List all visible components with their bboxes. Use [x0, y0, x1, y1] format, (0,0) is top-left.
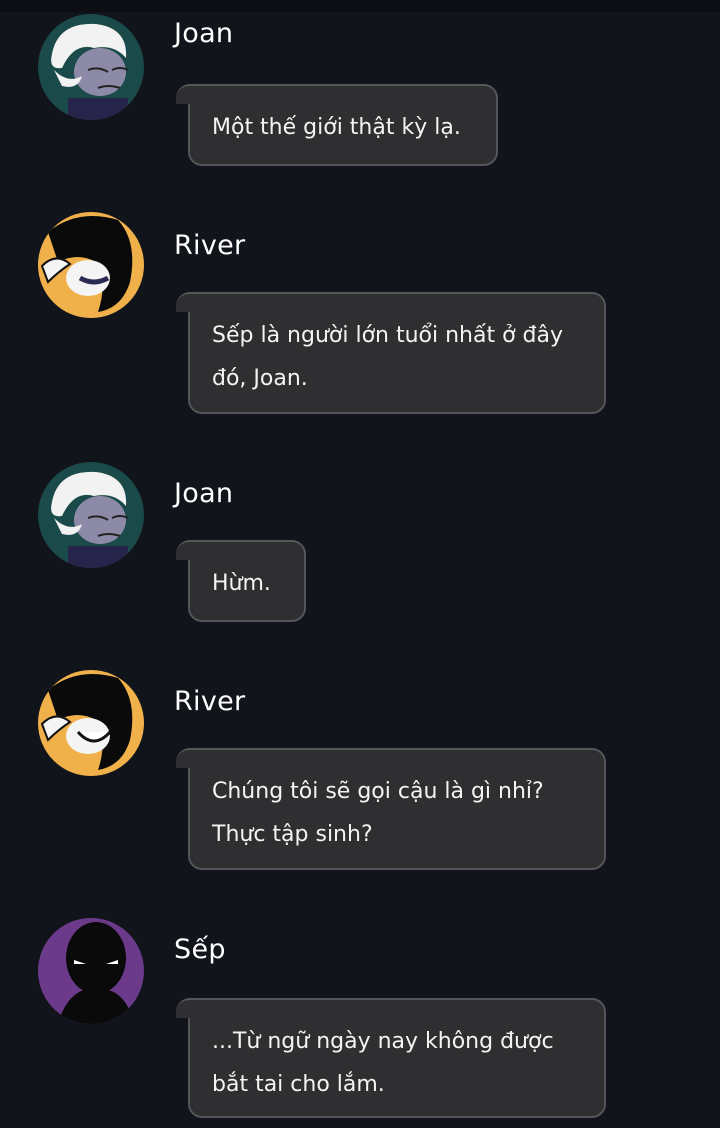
sender-name: River — [174, 686, 246, 717]
sender-name: Joan — [174, 478, 234, 509]
message-bubble[interactable]: Một thế giới thật kỳ lạ. — [176, 84, 498, 166]
sender-name: Sếp — [174, 934, 226, 965]
shadow-figure-avatar-icon[interactable] — [38, 918, 144, 1024]
message-bubble[interactable]: Chúng tôi sẽ gọi cậu là gì nhỉ? Thực tập… — [176, 748, 606, 870]
sender-name: River — [174, 230, 246, 261]
top-bar — [0, 0, 720, 12]
message-bubble[interactable]: Hừm. — [176, 540, 306, 622]
black-hair-avatar-icon[interactable] — [38, 212, 144, 318]
elderly-man-avatar-icon[interactable] — [38, 14, 144, 120]
message-bubble[interactable]: ...Từ ngữ ngày nay không được bắt tai ch… — [176, 998, 606, 1118]
sender-name: Joan — [174, 18, 234, 49]
black-hair-avatar-icon[interactable] — [38, 670, 144, 776]
message-bubble[interactable]: Sếp là người lớn tuổi nhất ở đây đó, Joa… — [176, 292, 606, 414]
elderly-man-avatar-icon[interactable] — [38, 462, 144, 568]
